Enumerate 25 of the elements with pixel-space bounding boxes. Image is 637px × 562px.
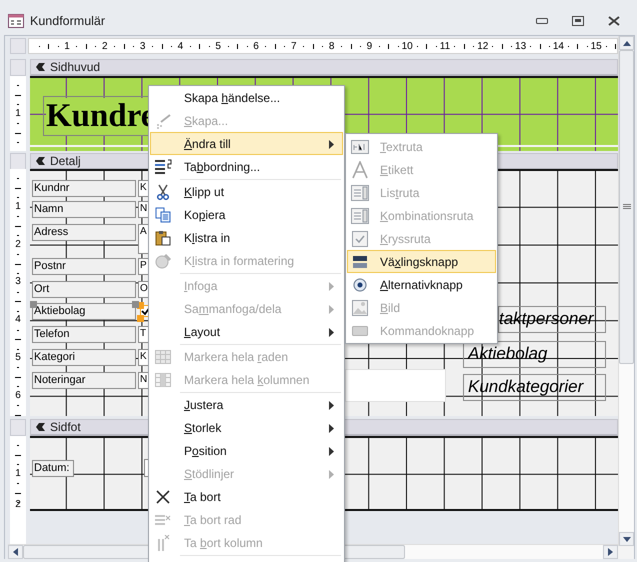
ruler-number: 6 [253, 42, 259, 52]
ruler-number: 6 [15, 390, 21, 401]
ruler-number: 2 [102, 42, 108, 52]
ruler-number: 4 [178, 42, 184, 52]
ruler-number: 13 [515, 42, 526, 52]
ruler-number: 11 [440, 42, 450, 52]
ruler-number: 2 [15, 500, 21, 510]
ruler-number: 3 [15, 277, 21, 288]
ruler-number: 3 [140, 42, 146, 52]
ruler-number: 10 [402, 42, 413, 52]
ruler-number: 1 [64, 42, 70, 52]
ruler-number: 12 [477, 42, 488, 52]
ruler-number: 14 [552, 42, 564, 52]
ruler-number: 7 [291, 42, 297, 52]
ruler-number: 2 [15, 240, 21, 250]
ruler-number: 15 [590, 42, 602, 52]
ruler-number: 1 [15, 202, 21, 212]
ruler-number: 8 [328, 42, 334, 52]
ruler-number: 1 [15, 468, 21, 479]
ruler-number: 5 [15, 353, 21, 363]
window-title: Kundformulär [30, 12, 106, 28]
ruler-number: 1 [15, 108, 21, 119]
ruler-number: 4 [15, 315, 21, 326]
ruler-number: 9 [366, 42, 372, 52]
ruler-number: 5 [215, 42, 221, 52]
